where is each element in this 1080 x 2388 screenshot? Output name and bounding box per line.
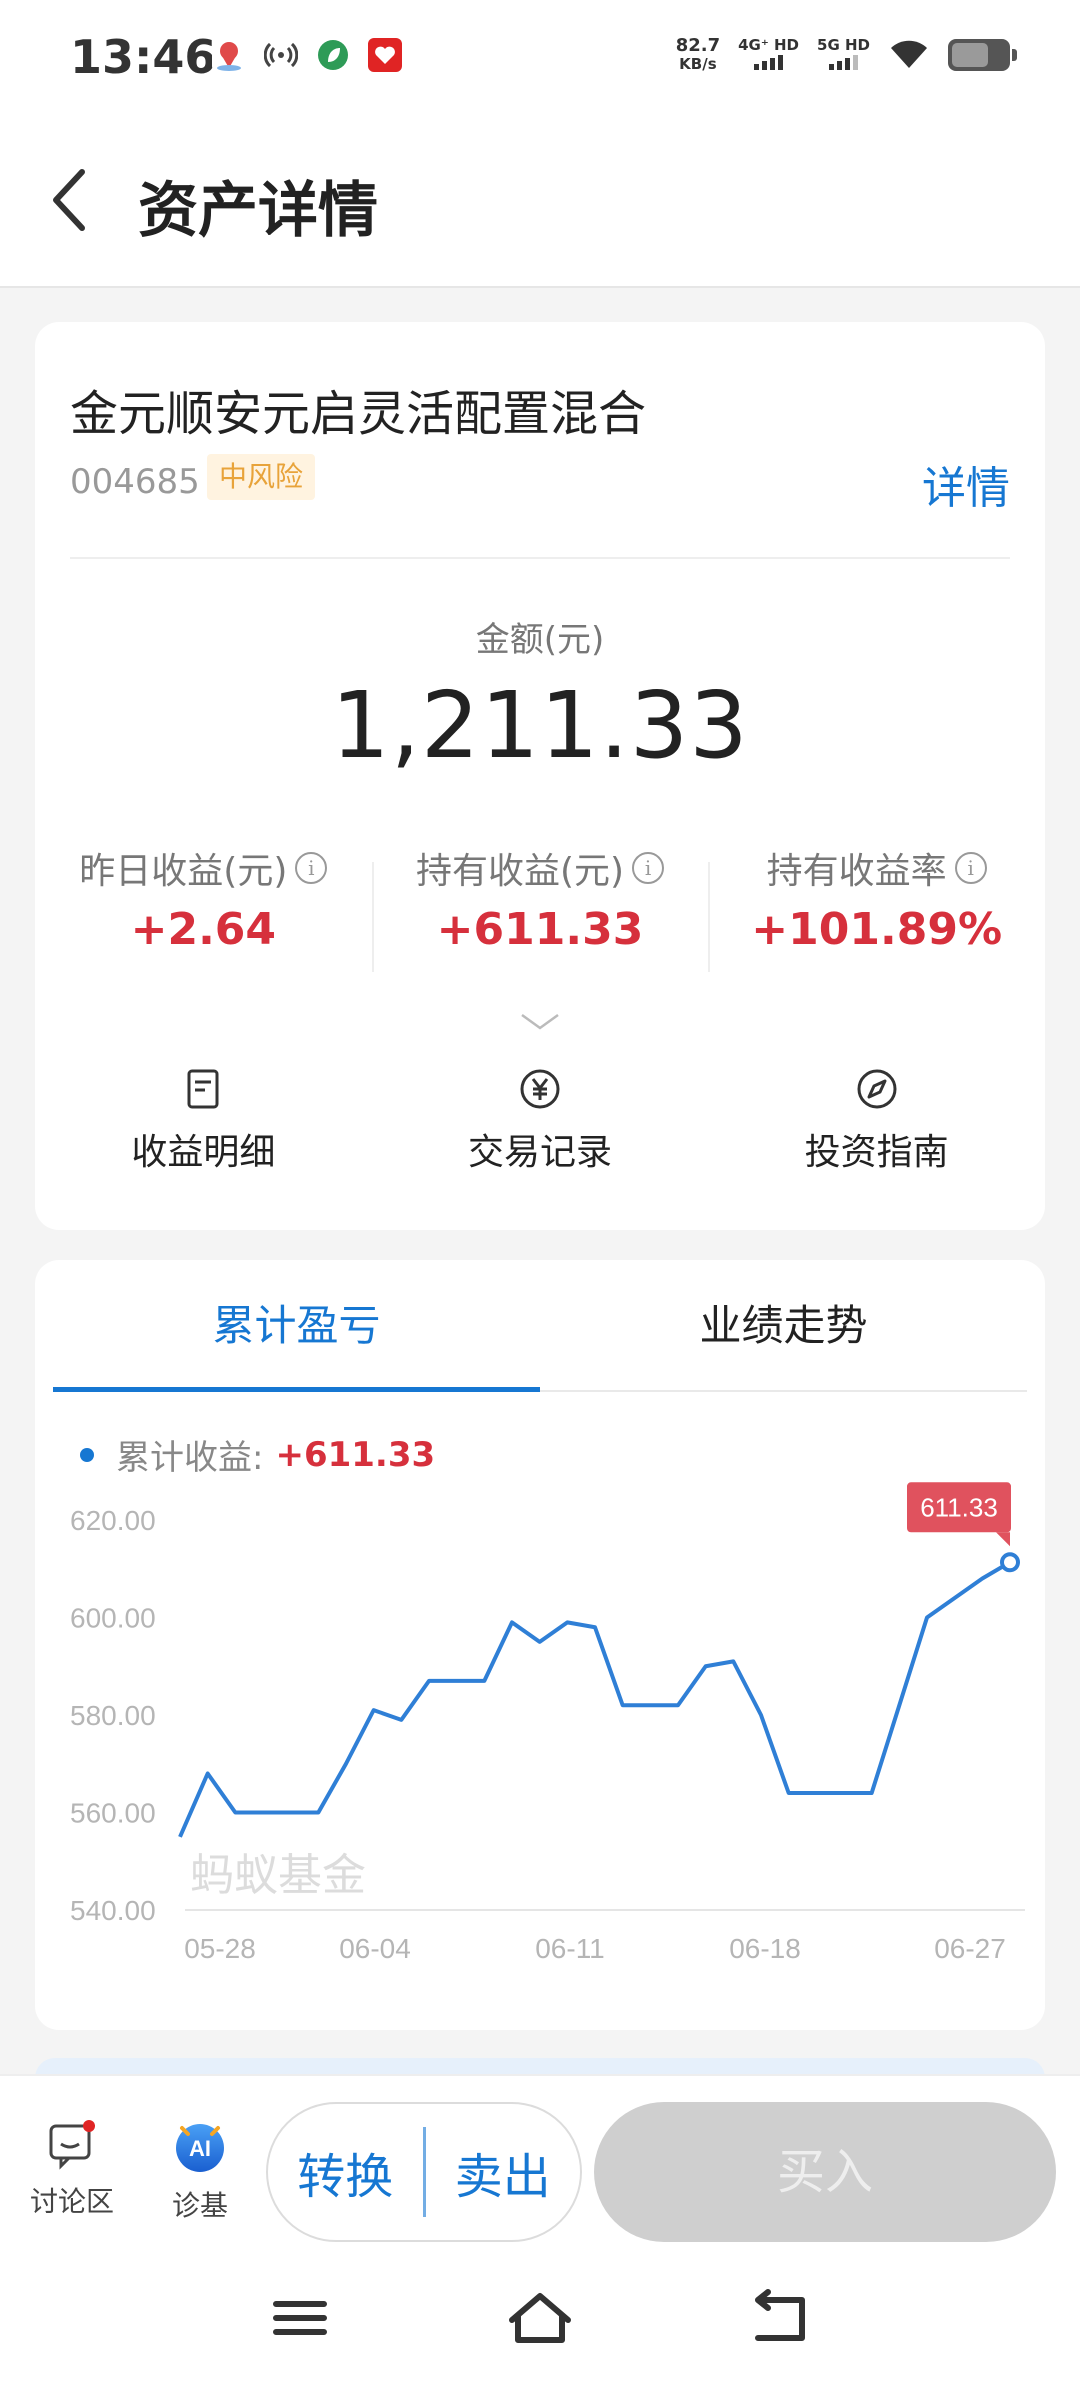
divider: [70, 557, 1010, 559]
investment-guide-button[interactable]: 投资指南: [708, 1067, 1045, 1197]
status-time: 13:46: [70, 30, 217, 84]
tab-performance-trend[interactable]: 业绩走势: [540, 1260, 1027, 1390]
diagnosis-label: 诊基: [171, 2189, 228, 2222]
fund-diagnosis-button[interactable]: AI 诊基: [150, 2118, 250, 2224]
value-callout-pointer: [996, 1532, 1010, 1547]
transaction-record-button[interactable]: 交易记录: [372, 1067, 709, 1197]
y-tick-label: 540.00: [70, 1895, 156, 1926]
app-red-icon: [368, 38, 402, 72]
signal-2: 5G HD: [817, 37, 870, 74]
stat-rate: 持有收益率 i +101.89%: [708, 842, 1045, 982]
network-speed-value: 82.7: [675, 35, 721, 56]
info-icon[interactable]: i: [954, 852, 987, 884]
chart-card: 累计盈亏 业绩走势 累计收益: +611.33 620.00 600.00 580.…: [35, 1260, 1045, 2030]
home-icon[interactable]: [504, 2286, 576, 2350]
cumulative-pnl-chart: 620.00 600.00 580.00 560.00 540.00 05-28 06-04…: [70, 1482, 1025, 1964]
fund-code: 004685: [70, 462, 200, 502]
stat-label-container: 昨日收益(元) i: [79, 842, 328, 894]
y-tick-label: 600.00: [70, 1603, 156, 1634]
discussion-button[interactable]: 讨论区: [22, 2118, 122, 2220]
signal-2-label: 5G HD: [817, 35, 870, 54]
battery-icon: [948, 39, 1017, 71]
signal-bars-icon: [754, 54, 784, 70]
svg-text:AI: AI: [189, 2136, 211, 2161]
chart-tabs: 累计盈亏 业绩走势: [53, 1260, 1027, 1392]
fund-name: 金元顺安元启灵活配置混合: [70, 386, 647, 442]
back-button[interactable]: [40, 160, 100, 240]
yuan-circle-icon: [520, 1069, 560, 1109]
notification-icons: [212, 38, 402, 72]
network-speed: 82.7 KB/s: [675, 35, 721, 74]
legend-dot-icon: [80, 1447, 94, 1462]
info-icon[interactable]: i: [295, 852, 328, 884]
tab-cumulative-pnl[interactable]: 累计盈亏: [53, 1260, 540, 1392]
signal-1: 4G⁺ HD: [738, 37, 799, 74]
compass-icon: [857, 1069, 897, 1109]
sell-button[interactable]: 卖出: [426, 2137, 581, 2207]
last-point-marker: [1000, 1552, 1020, 1573]
detail-link[interactable]: 详情: [922, 452, 1010, 516]
hotspot-icon: [263, 38, 299, 72]
signal-1-label: 4G⁺ HD: [738, 35, 800, 54]
page-header: 资产详情: [0, 110, 1080, 288]
action-row: 收益明细 交易记录 投资指南: [35, 1067, 1045, 1197]
y-tick-label: 580.00: [70, 1700, 156, 1731]
document-icon: [187, 1069, 219, 1109]
signal-bars-icon: [829, 54, 858, 70]
stat-label-container: 持有收益(元) i: [415, 842, 665, 894]
stat-label: 持有收益(元): [415, 851, 625, 892]
action-label: 投资指南: [804, 1132, 949, 1173]
y-tick-label: 560.00: [70, 1798, 156, 1829]
wifi-icon: [888, 36, 930, 74]
x-tick-label: 06-11: [535, 1933, 605, 1964]
risk-badge: 中风险: [207, 454, 316, 500]
series-line: [178, 1560, 1012, 1838]
x-tick-label: 05-28: [184, 1933, 256, 1964]
income-detail-button[interactable]: 收益明细: [35, 1067, 372, 1197]
stat-label: 昨日收益(元): [79, 851, 288, 892]
buy-button[interactable]: 买入: [594, 2102, 1056, 2242]
convert-button[interactable]: 转换: [268, 2137, 423, 2207]
stat-value: +611.33: [436, 904, 644, 955]
stat-yesterday: 昨日收益(元) i +2.64: [35, 842, 372, 982]
chart-watermark: 蚂蚁基金: [190, 1850, 366, 1901]
stat-label-container: 持有收益率 i: [767, 842, 987, 894]
app-leaf-icon: [316, 38, 350, 72]
x-tick-label: 06-27: [934, 1933, 1006, 1964]
asset-card: 金元顺安元启灵活配置混合 004685 中风险 详情 金额(元) 1,211.3…: [35, 322, 1045, 1230]
legend-value: +611.33: [275, 1434, 436, 1475]
amount-value: 1,211.33: [331, 672, 749, 779]
stat-holding: 持有收益(元) i +611.33: [371, 842, 709, 982]
x-tick-label: 06-04: [339, 1933, 411, 1964]
system-indicators: 82.7 KB/s 4G⁺ HD 5G HD: [675, 35, 1017, 74]
chevron-left-icon: [53, 169, 85, 231]
system-nav-bar: [0, 2254, 1080, 2388]
map-pin-icon: [212, 38, 246, 72]
bottom-action-bar: 讨论区 AI 诊基 转换 卖出 买入: [0, 2074, 1080, 2254]
y-tick-label: 620.00: [70, 1505, 156, 1536]
menu-icon[interactable]: [264, 2286, 336, 2350]
amount-label: 金额(元): [475, 620, 605, 660]
stats-row: 昨日收益(元) i +2.64 持有收益(元) i +611.33 持有收益率 i +…: [35, 842, 1045, 982]
convert-sell-group: 转换 卖出: [266, 2102, 582, 2242]
action-label: 交易记录: [468, 1132, 613, 1173]
chat-bubble-icon: [49, 2120, 95, 2170]
info-icon[interactable]: i: [632, 852, 665, 884]
status-bar: 13:46 82.7 KB/s 4G⁺ HD 5G HD: [0, 0, 1080, 110]
chevron-down-icon[interactable]: [520, 1012, 560, 1032]
back-nav-icon[interactable]: [744, 2286, 816, 2350]
discussion-label: 讨论区: [29, 2185, 114, 2218]
stat-label: 持有收益率: [766, 851, 947, 892]
action-label: 收益明细: [131, 1132, 276, 1173]
pill-divider: [422, 2127, 426, 2217]
network-speed-unit: KB/s: [679, 55, 717, 73]
stat-value: +2.64: [130, 904, 277, 955]
x-tick-label: 06-18: [729, 1933, 801, 1964]
ai-diagnosis-icon: AI: [176, 2124, 224, 2172]
value-callout-label: 611.33: [920, 1492, 998, 1522]
stat-value: +101.89%: [751, 904, 1003, 955]
page-title: 资产详情: [138, 176, 378, 246]
